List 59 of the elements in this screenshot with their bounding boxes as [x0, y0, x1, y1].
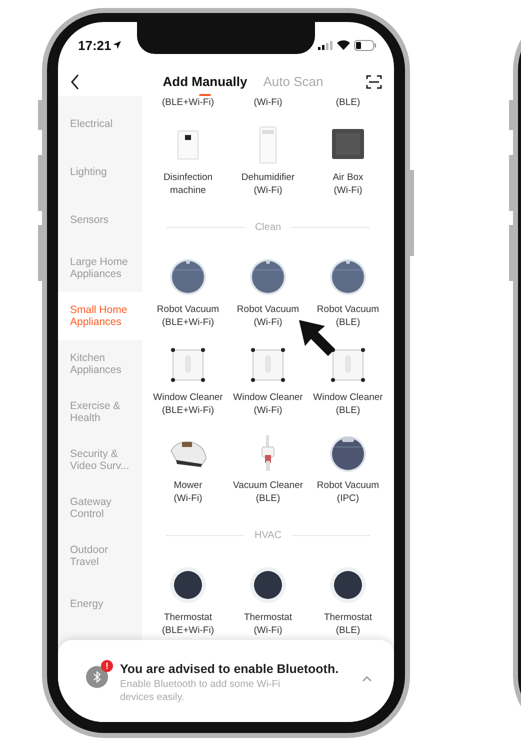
- device-name[interactable]: Robot Vacuum: [156, 303, 220, 316]
- device-protocol: (BLE+Wi-Fi): [162, 96, 214, 109]
- window-robot-icon[interactable]: [168, 345, 208, 385]
- device-protocol: (BLE): [336, 316, 360, 329]
- window-robot-icon[interactable]: [328, 345, 368, 385]
- status-time: 17:21: [78, 38, 112, 52]
- device-name[interactable]: Air Box: [332, 171, 364, 184]
- device-name[interactable]: Vacuum Cleaner: [232, 479, 304, 492]
- cursor-arrow-icon: [297, 318, 337, 358]
- device-protocol: (Wi-Fi): [254, 624, 282, 637]
- chevron-up-icon[interactable]: [362, 676, 372, 682]
- window-robot-icon[interactable]: [248, 345, 288, 385]
- banner-message: Enable Bluetooth to add some Wi-Fi devices easily.: [120, 678, 282, 704]
- device-name[interactable]: Window Cleaner: [233, 391, 303, 404]
- device-protocol: (BLE): [256, 492, 280, 505]
- device-name[interactable]: Robot Vacuum: [316, 303, 380, 316]
- device-name[interactable]: Mower: [174, 479, 202, 492]
- robot-vacuum-icon[interactable]: [248, 257, 288, 297]
- device-name[interactable]: Thermostat: [164, 611, 212, 624]
- location-arrow-icon: [113, 41, 122, 49]
- device-protocol: (Wi-Fi): [254, 96, 282, 109]
- battery-icon: [354, 40, 376, 50]
- wifi-icon: [337, 40, 350, 50]
- back-icon[interactable]: [70, 74, 80, 90]
- device-name[interactable]: Robot Vacuum: [236, 303, 300, 316]
- robot-vacuum-icon[interactable]: [168, 257, 208, 297]
- thermostat-icon[interactable]: [168, 565, 208, 605]
- robot-vacuum-icon[interactable]: [328, 257, 368, 297]
- section-title: HVAC: [254, 530, 282, 540]
- device-name[interactable]: Disinfection: [163, 171, 213, 184]
- device-protocol: (Wi-Fi): [174, 492, 202, 505]
- device-protocol: (Wi-Fi): [254, 184, 282, 197]
- device-protocol: machine: [170, 184, 206, 197]
- section-title: Clean: [254, 222, 282, 232]
- banner-title: You are advised to enable Bluetooth.: [120, 662, 340, 676]
- signal-icon: [318, 40, 333, 50]
- device-protocol: (BLE+Wi-Fi): [162, 624, 214, 637]
- device-protocol: (Wi-Fi): [254, 404, 282, 417]
- bluetooth-icon: [93, 671, 101, 683]
- device-protocol: (Wi-Fi): [334, 184, 362, 197]
- device-name[interactable]: Thermostat: [244, 611, 292, 624]
- device-protocol: (BLE+Wi-Fi): [162, 316, 214, 329]
- device-name[interactable]: Dehumidifier: [241, 171, 295, 184]
- device-protocol: (BLE): [336, 624, 360, 637]
- robot-vacuum-icon[interactable]: [328, 433, 368, 473]
- alert-badge: !: [101, 660, 113, 672]
- device-name[interactable]: Window Cleaner: [313, 391, 383, 404]
- scan-icon[interactable]: [366, 75, 382, 89]
- device-name[interactable]: Robot Vacuum: [316, 479, 380, 492]
- device-name[interactable]: Window Cleaner: [153, 391, 223, 404]
- tab[interactable]: Add Manually: [162, 68, 248, 96]
- device-protocol: (BLE+Wi-Fi): [162, 404, 214, 417]
- device-protocol: (BLE): [336, 96, 360, 109]
- thermostat-icon[interactable]: [248, 565, 288, 605]
- device-name[interactable]: Thermostat: [324, 611, 372, 624]
- thermostat-icon[interactable]: [328, 565, 368, 605]
- device-protocol: (BLE): [336, 404, 360, 417]
- device-protocol: (Wi-Fi): [254, 316, 282, 329]
- device-protocol: (IPC): [336, 492, 360, 505]
